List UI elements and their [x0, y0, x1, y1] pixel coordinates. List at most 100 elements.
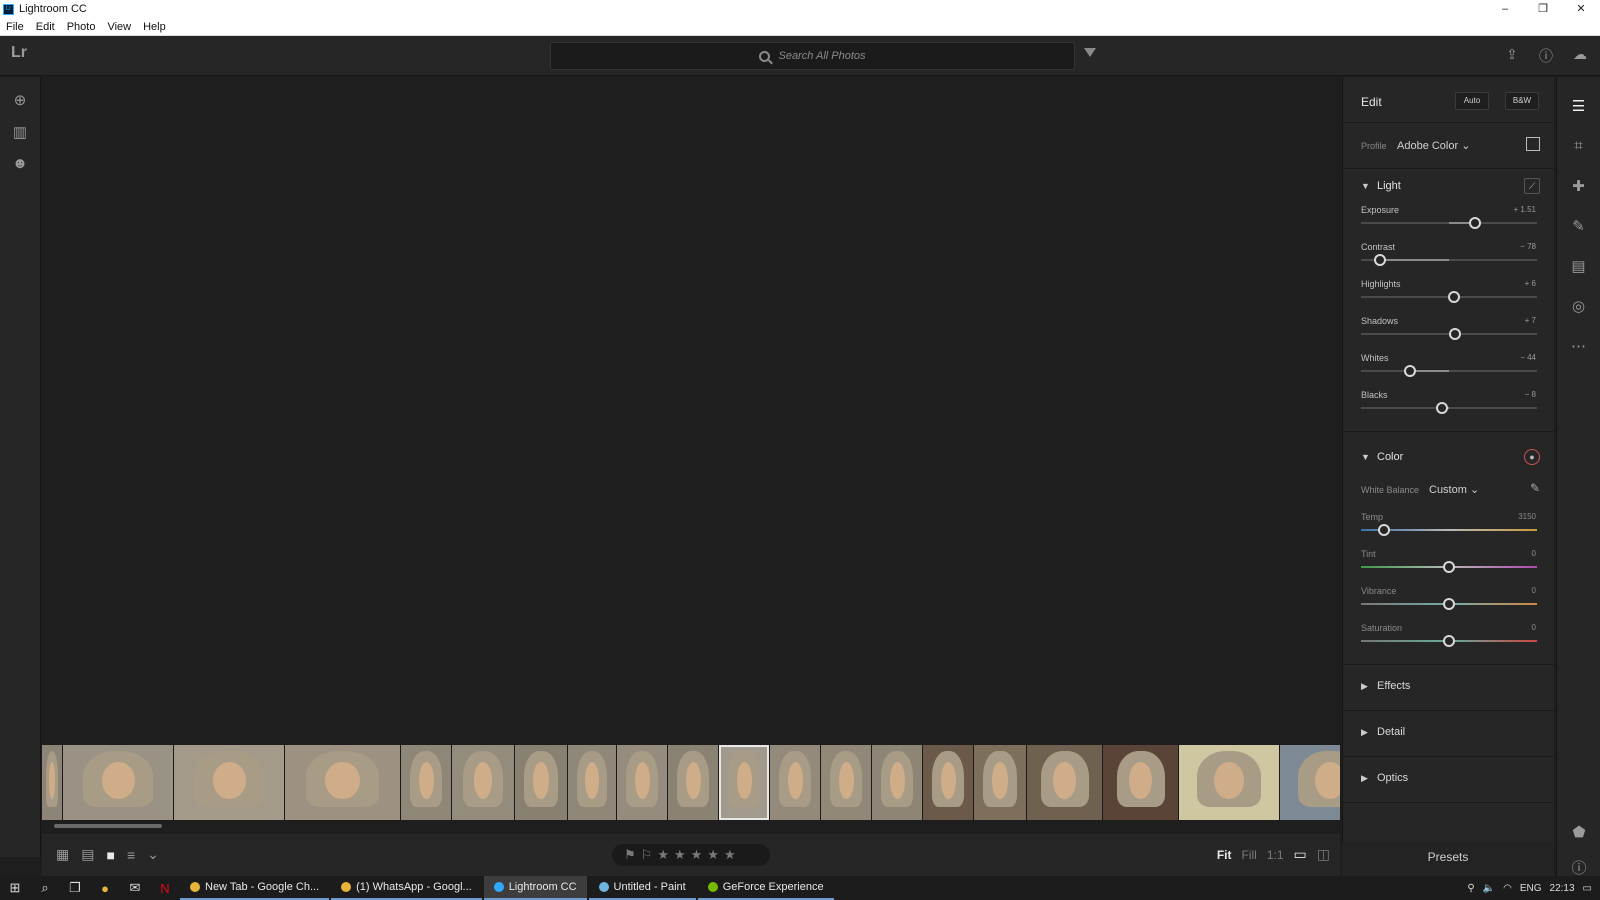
photo-canvas[interactable]: [42, 77, 1340, 745]
filmstrip-thumbnail[interactable]: [719, 745, 769, 820]
taskbar-app[interactable]: (1) WhatsApp - Googl...: [331, 876, 482, 900]
windows-start-icon[interactable]: ⊞: [0, 880, 30, 896]
zoom-fit-button[interactable]: Fit: [1217, 848, 1232, 862]
linear-gradient-icon[interactable]: ▤: [1557, 257, 1600, 277]
filmstrip-thumbnail[interactable]: [1280, 745, 1340, 820]
sort-icon[interactable]: ≡: [127, 847, 135, 863]
menu-view[interactable]: View: [107, 21, 131, 33]
filmstrip-thumbnail[interactable]: [515, 745, 567, 820]
color-tint-slider[interactable]: Tint 0: [1343, 547, 1554, 584]
taskbar-app[interactable]: Lightroom CC: [483, 876, 587, 900]
menu-file[interactable]: File: [6, 21, 24, 33]
slider-value[interactable]: 0: [1532, 623, 1536, 632]
lr-logo-icon[interactable]: Lr: [11, 44, 27, 62]
slider-track[interactable]: [1361, 635, 1537, 647]
brush-icon[interactable]: ✎: [1557, 217, 1600, 237]
search-icon[interactable]: ⌕: [30, 880, 60, 896]
more-options-icon[interactable]: ⋯: [1557, 337, 1600, 357]
zoom-1to1-button[interactable]: 1:1: [1267, 848, 1284, 862]
filmstrip-thumbnail[interactable]: [42, 745, 62, 820]
filmstrip-thumbnail[interactable]: [452, 745, 514, 820]
star-3-icon[interactable]: ★: [691, 847, 703, 863]
slider-value[interactable]: − 8: [1525, 390, 1536, 399]
color-mixer-icon[interactable]: ●: [1524, 449, 1540, 465]
tag-icon[interactable]: ⬟: [1557, 823, 1600, 843]
slider-track[interactable]: [1361, 402, 1537, 414]
slider-value[interactable]: 0: [1532, 586, 1536, 595]
crop-icon[interactable]: ⌗: [1557, 137, 1600, 157]
light-contrast-slider[interactable]: Contrast − 78: [1343, 240, 1554, 277]
wifi-icon[interactable]: ◠: [1503, 883, 1512, 894]
slider-knob[interactable]: [1469, 217, 1482, 229]
light-section-header[interactable]: ▼ Light ⟋: [1343, 169, 1554, 203]
slider-track[interactable]: [1361, 561, 1537, 573]
slider-track[interactable]: [1361, 254, 1537, 266]
chevron-down-icon[interactable]: ⌄: [147, 846, 159, 863]
light-exposure-slider[interactable]: Exposure + 1.51: [1343, 203, 1554, 240]
maximize-button[interactable]: ❐: [1524, 0, 1562, 18]
star-4-icon[interactable]: ★: [707, 847, 719, 863]
filmstrip-thumbnail[interactable]: [668, 745, 718, 820]
menu-photo[interactable]: Photo: [67, 21, 96, 33]
slider-value[interactable]: − 44: [1520, 353, 1536, 362]
filmstrip-thumbnail[interactable]: [821, 745, 871, 820]
tone-curve-icon[interactable]: ⟋: [1524, 178, 1540, 194]
info-icon[interactable]: ⓘ: [1557, 857, 1600, 877]
task-view-icon[interactable]: ❐: [60, 880, 90, 896]
slider-knob[interactable]: [1449, 328, 1462, 340]
slider-track[interactable]: [1361, 217, 1537, 229]
chrome-icon[interactable]: ●: [90, 881, 120, 896]
slider-knob[interactable]: [1443, 561, 1455, 573]
zoom-fill-button[interactable]: Fill: [1242, 848, 1257, 862]
taskbar-app[interactable]: New Tab - Google Ch...: [180, 876, 330, 900]
slider-track[interactable]: [1361, 328, 1537, 340]
help-icon[interactable]: ⓘ: [1536, 46, 1556, 66]
library-icon[interactable]: ▥: [0, 123, 40, 141]
filmstrip-scrollbar[interactable]: [42, 822, 1340, 830]
add-photos-icon[interactable]: ⊕: [0, 91, 40, 109]
share-icon[interactable]: ⇪: [1502, 46, 1522, 66]
filmstrip-thumbnail[interactable]: [770, 745, 820, 820]
slider-value[interactable]: + 1.51: [1514, 205, 1536, 214]
slider-value[interactable]: + 6: [1525, 279, 1536, 288]
slider-value[interactable]: 3150: [1518, 512, 1536, 521]
clock[interactable]: 22:13: [1550, 883, 1575, 894]
notifications-icon[interactable]: ▭: [1583, 883, 1592, 894]
slider-knob[interactable]: [1443, 635, 1455, 647]
detail-view-icon[interactable]: ■: [106, 847, 114, 863]
filmstrip-thumbnail[interactable]: [174, 745, 284, 820]
filmstrip-thumbnail[interactable]: [285, 745, 400, 820]
mail-icon[interactable]: ✉: [120, 880, 150, 896]
filmstrip-thumbnail[interactable]: [974, 745, 1026, 820]
search-box[interactable]: Search All Photos: [550, 42, 1075, 70]
color-temp-slider[interactable]: Temp 3150: [1343, 510, 1554, 547]
section-optics[interactable]: ▶ Optics: [1343, 757, 1554, 803]
people-icon[interactable]: ☻: [0, 155, 40, 172]
slider-track[interactable]: [1361, 291, 1537, 303]
menu-help[interactable]: Help: [143, 21, 166, 33]
slider-knob[interactable]: [1374, 254, 1387, 266]
radial-gradient-icon[interactable]: ◎: [1557, 297, 1600, 317]
language-indicator[interactable]: ENG: [1520, 883, 1542, 894]
section-detail[interactable]: ▶ Detail: [1343, 711, 1554, 757]
slider-track[interactable]: [1361, 598, 1537, 610]
slider-value[interactable]: − 78: [1520, 242, 1536, 251]
netflix-icon[interactable]: N: [150, 881, 180, 896]
taskbar-app[interactable]: GeForce Experience: [697, 876, 834, 900]
color-saturation-slider[interactable]: Saturation 0: [1343, 621, 1554, 658]
light-shadows-slider[interactable]: Shadows + 7: [1343, 314, 1554, 351]
profile-dropdown[interactable]: Adobe Color ⌄: [1397, 139, 1470, 152]
compare-view-icon[interactable]: ◫: [1317, 846, 1330, 863]
slider-track[interactable]: [1361, 524, 1537, 536]
photo-grid-icon[interactable]: ▤: [81, 846, 94, 863]
section-effects[interactable]: ▶ Effects: [1343, 665, 1554, 711]
cloud-icon[interactable]: ☁: [1570, 46, 1590, 66]
filter-icon[interactable]: [1084, 48, 1096, 57]
light-whites-slider[interactable]: Whites − 44: [1343, 351, 1554, 388]
flag-reject-icon[interactable]: ⚐: [641, 847, 653, 863]
slider-track[interactable]: [1361, 365, 1537, 377]
slider-knob[interactable]: [1377, 524, 1390, 536]
filmstrip-thumbnail[interactable]: [872, 745, 922, 820]
filmstrip-thumbnail[interactable]: [1179, 745, 1279, 820]
auto-button[interactable]: Auto: [1455, 92, 1489, 110]
